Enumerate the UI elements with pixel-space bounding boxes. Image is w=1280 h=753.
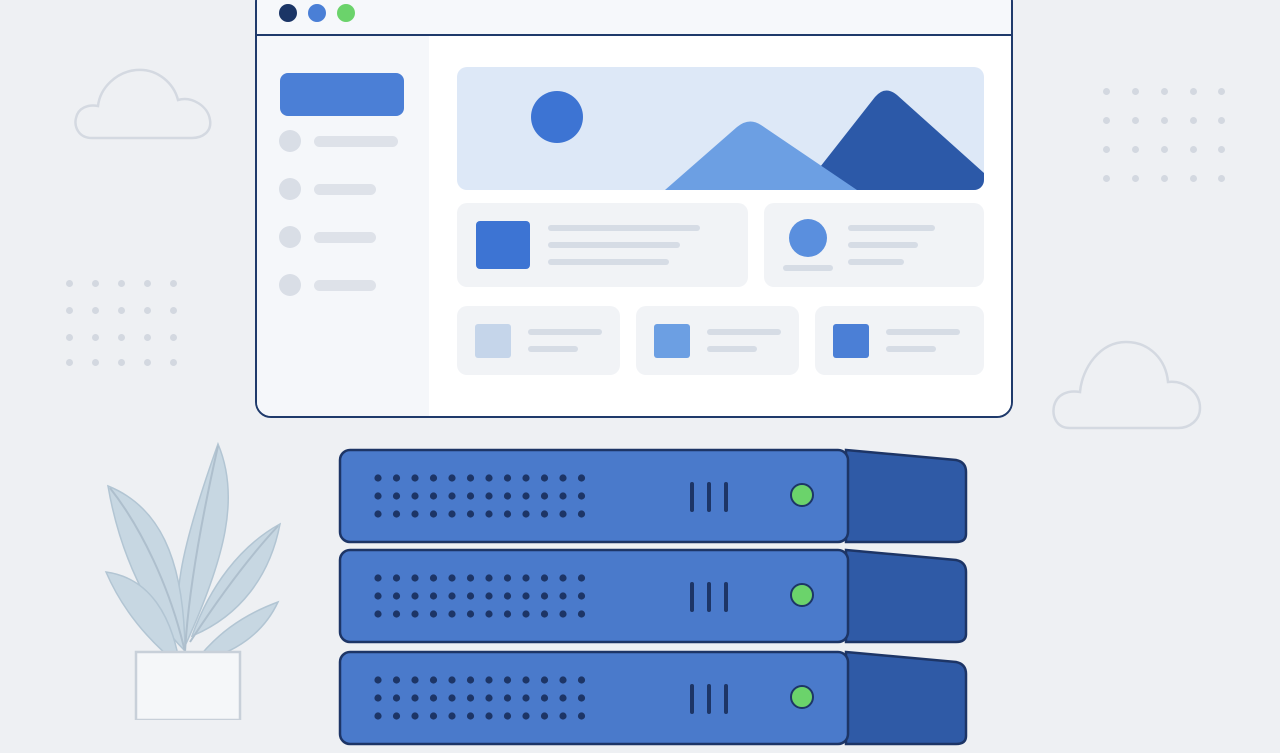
text-line-placeholder [783, 265, 833, 271]
server-unit [338, 446, 968, 546]
text-line-placeholder [528, 329, 602, 335]
server-unit [338, 546, 968, 646]
text-line-placeholder [548, 259, 669, 265]
plant-icon [104, 441, 282, 720]
sun-icon [531, 91, 583, 143]
close-dot[interactable] [279, 4, 297, 22]
sidebar-item-icon [279, 130, 301, 152]
mountain-icon [665, 121, 857, 190]
sidebar-item-label-placeholder [314, 184, 376, 195]
profile-card[interactable] [764, 203, 984, 287]
dot-grid-decoration [66, 280, 186, 370]
status-led-icon [790, 685, 814, 709]
small-card[interactable] [636, 306, 799, 375]
sidebar-item-label-placeholder [314, 280, 376, 291]
text-line-placeholder [707, 346, 757, 352]
cloud-icon [74, 68, 212, 140]
server-unit [338, 648, 968, 748]
sidebar-item[interactable] [279, 226, 409, 248]
small-card[interactable] [457, 306, 620, 375]
card-thumbnail [833, 324, 869, 358]
avatar [789, 219, 827, 257]
small-card[interactable] [815, 306, 984, 375]
minimize-dot[interactable] [308, 4, 326, 22]
text-line-placeholder [548, 242, 680, 248]
sidebar-item[interactable] [279, 178, 409, 200]
text-line-placeholder [707, 329, 781, 335]
text-line-placeholder [848, 259, 904, 265]
card-thumbnail [476, 221, 530, 269]
browser-window [255, 0, 1013, 418]
text-line-placeholder [548, 225, 700, 231]
sidebar-item-icon [279, 274, 301, 296]
image-placeholder-icon [531, 90, 984, 190]
maximize-dot[interactable] [337, 4, 355, 22]
text-line-placeholder [528, 346, 578, 352]
sidebar-item-label-placeholder [314, 232, 376, 243]
sidebar-item-icon [279, 226, 301, 248]
sidebar-primary-button[interactable] [280, 73, 404, 116]
text-line-placeholder [886, 329, 960, 335]
sidebar [257, 36, 429, 416]
text-line-placeholder [848, 225, 935, 231]
card-thumbnail [654, 324, 690, 358]
cloud-icon [1052, 340, 1202, 430]
status-led-icon [790, 483, 814, 507]
sidebar-item[interactable] [279, 130, 409, 152]
content-card[interactable] [457, 203, 748, 287]
illustration-scene [0, 0, 1280, 746]
sidebar-item-label-placeholder [314, 136, 398, 147]
dot-grid-decoration [1103, 88, 1227, 184]
sidebar-item-icon [279, 178, 301, 200]
status-led-icon [790, 583, 814, 607]
window-title-bar [257, 0, 1011, 36]
card-thumbnail [475, 324, 511, 358]
main-content [429, 36, 1011, 416]
sidebar-item[interactable] [279, 274, 409, 296]
hero-image-placeholder [457, 67, 984, 190]
text-line-placeholder [848, 242, 918, 248]
text-line-placeholder [886, 346, 936, 352]
